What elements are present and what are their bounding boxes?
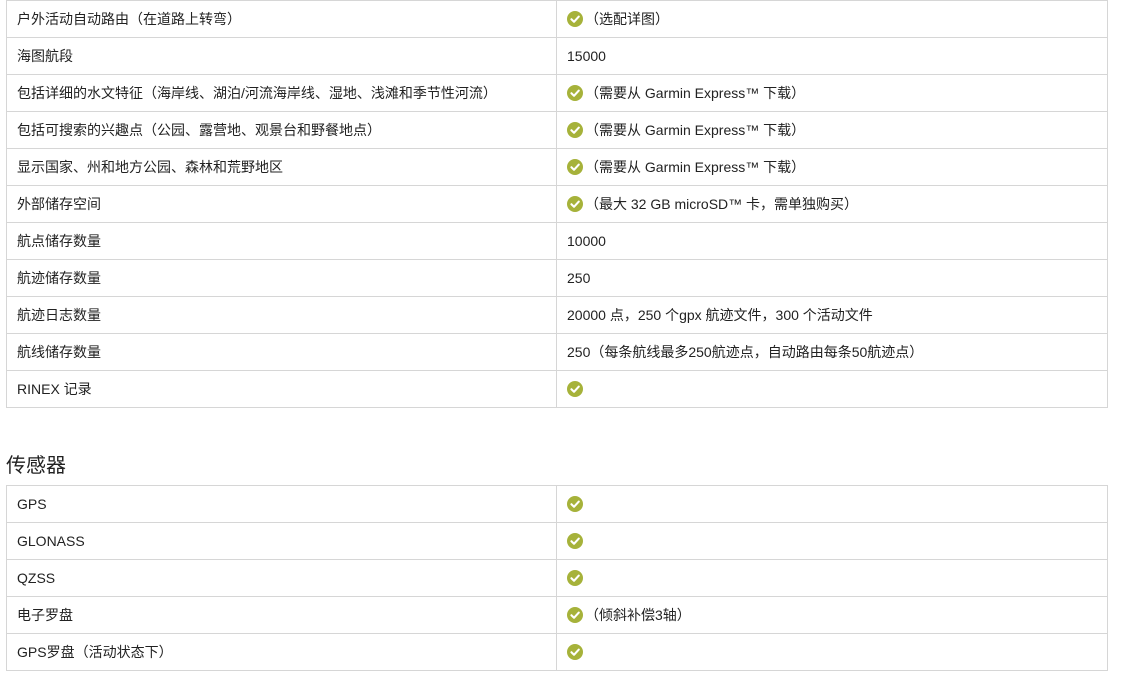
check-circle-icon xyxy=(567,85,583,101)
spec-label: GPS罗盘（活动状态下） xyxy=(6,633,557,671)
spec-label: 外部储存空间 xyxy=(6,185,557,223)
spec-value: 250 xyxy=(567,270,591,286)
sensors-table-body: GPS GLONASS QZSS 电子罗盘 （倾斜补偿3轴） GPS罗盘（活动状态下） xyxy=(6,485,1108,671)
spec-value-cell: 250 xyxy=(556,259,1108,297)
spec-value: （需要从 Garmin Express™ 下载） xyxy=(585,85,806,101)
check-circle-icon xyxy=(567,159,583,175)
check-circle-icon xyxy=(567,196,583,212)
table-row: 海图航段 15000 xyxy=(6,37,1108,75)
check-circle-icon xyxy=(567,533,583,549)
spec-value-cell: （最大 32 GB microSD™ 卡，需单独购买） xyxy=(556,185,1108,223)
spec-value-cell xyxy=(556,370,1108,408)
spec-label: 航线储存数量 xyxy=(6,333,557,371)
spec-value: （需要从 Garmin Express™ 下载） xyxy=(585,159,806,175)
table-row: 户外活动自动路由（在道路上转弯） （选配详图） xyxy=(6,0,1108,38)
spec-value-cell xyxy=(556,522,1108,560)
spec-value-cell xyxy=(556,559,1108,597)
spec-value-cell xyxy=(556,633,1108,671)
spec-value-cell: （倾斜补偿3轴） xyxy=(556,596,1108,634)
table-row: 包括可搜索的兴趣点（公园、露营地、观景台和野餐地点） （需要从 Garmin Ex… xyxy=(6,111,1108,149)
spec-value: （最大 32 GB microSD™ 卡，需单独购买） xyxy=(585,196,859,212)
spec-label: RINEX 记录 xyxy=(6,370,557,408)
spec-value: （需要从 Garmin Express™ 下载） xyxy=(585,122,806,138)
spec-label: 包括可搜索的兴趣点（公园、露营地、观景台和野餐地点） xyxy=(6,111,557,149)
table-row: GPS xyxy=(6,485,1108,523)
spec-value: （选配详图） xyxy=(585,11,669,27)
spec-value-cell xyxy=(556,485,1108,523)
table-row: GLONASS xyxy=(6,522,1108,560)
spec-label: 海图航段 xyxy=(6,37,557,75)
check-circle-icon xyxy=(567,570,583,586)
spec-value-cell: 10000 xyxy=(556,222,1108,260)
spec-value-cell: （需要从 Garmin Express™ 下载） xyxy=(556,111,1108,149)
spec-value-cell: （需要从 Garmin Express™ 下载） xyxy=(556,74,1108,112)
spec-label: 航迹日志数量 xyxy=(6,296,557,334)
sensors-table: GPS GLONASS QZSS 电子罗盘 （倾斜补偿3轴） GPS罗盘（活动状态下） xyxy=(6,485,1108,671)
spec-label: GLONASS xyxy=(6,522,557,560)
spec-value-cell: （选配详图） xyxy=(556,0,1108,38)
check-circle-icon xyxy=(567,644,583,660)
table-row: 航线储存数量 250（每条航线最多250航迹点，自动路由每条50航迹点） xyxy=(6,333,1108,371)
spec-value-cell: （需要从 Garmin Express™ 下载） xyxy=(556,148,1108,186)
table-row: 航迹日志数量 20000 点，250 个gpx 航迹文件，300 个活动文件 xyxy=(6,296,1108,334)
spec-value: 250（每条航线最多250航迹点，自动路由每条50航迹点） xyxy=(567,344,924,360)
spec-label: 显示国家、州和地方公园、森林和荒野地区 xyxy=(6,148,557,186)
check-circle-icon xyxy=(567,11,583,27)
spec-label: 电子罗盘 xyxy=(6,596,557,634)
table-row: 外部储存空间 （最大 32 GB microSD™ 卡，需单独购买） xyxy=(6,185,1108,223)
table-row: RINEX 记录 xyxy=(6,370,1108,408)
table-row: 显示国家、州和地方公园、森林和荒野地区 （需要从 Garmin Express™ … xyxy=(6,148,1108,186)
table-row: 电子罗盘 （倾斜补偿3轴） xyxy=(6,596,1108,634)
spec-value: 15000 xyxy=(567,48,606,64)
table-row: 包括详细的水文特征（海岸线、湖泊/河流海岸线、湿地、浅滩和季节性河流） （需要从 … xyxy=(6,74,1108,112)
spec-table: 户外活动自动路由（在道路上转弯） （选配详图） 海图航段 15000 包括详细的水文特征… xyxy=(6,0,1108,408)
spec-value-cell: 250（每条航线最多250航迹点，自动路由每条50航迹点） xyxy=(556,333,1108,371)
spec-label: GPS xyxy=(6,485,557,523)
spec-label: 包括详细的水文特征（海岸线、湖泊/河流海岸线、湿地、浅滩和季节性河流） xyxy=(6,74,557,112)
check-circle-icon xyxy=(567,122,583,138)
table-row: GPS罗盘（活动状态下） xyxy=(6,633,1108,671)
spec-value: 10000 xyxy=(567,233,606,249)
table-row: 航迹储存数量 250 xyxy=(6,259,1108,297)
check-circle-icon xyxy=(567,381,583,397)
spec-value: 20000 点，250 个gpx 航迹文件，300 个活动文件 xyxy=(567,307,873,323)
spec-table-body: 户外活动自动路由（在道路上转弯） （选配详图） 海图航段 15000 包括详细的水文特征… xyxy=(6,0,1108,408)
spec-value-cell: 15000 xyxy=(556,37,1108,75)
spec-value: （倾斜补偿3轴） xyxy=(585,607,691,623)
check-circle-icon xyxy=(567,607,583,623)
spec-value-cell: 20000 点，250 个gpx 航迹文件，300 个活动文件 xyxy=(556,296,1108,334)
table-row: 航点储存数量 10000 xyxy=(6,222,1108,260)
table-row: QZSS xyxy=(6,559,1108,597)
spec-label: 航迹储存数量 xyxy=(6,259,557,297)
spec-label: 户外活动自动路由（在道路上转弯） xyxy=(6,0,557,38)
spec-label: 航点储存数量 xyxy=(6,222,557,260)
check-circle-icon xyxy=(567,496,583,512)
spec-label: QZSS xyxy=(6,559,557,597)
sensors-heading: 传感器 xyxy=(6,455,66,477)
